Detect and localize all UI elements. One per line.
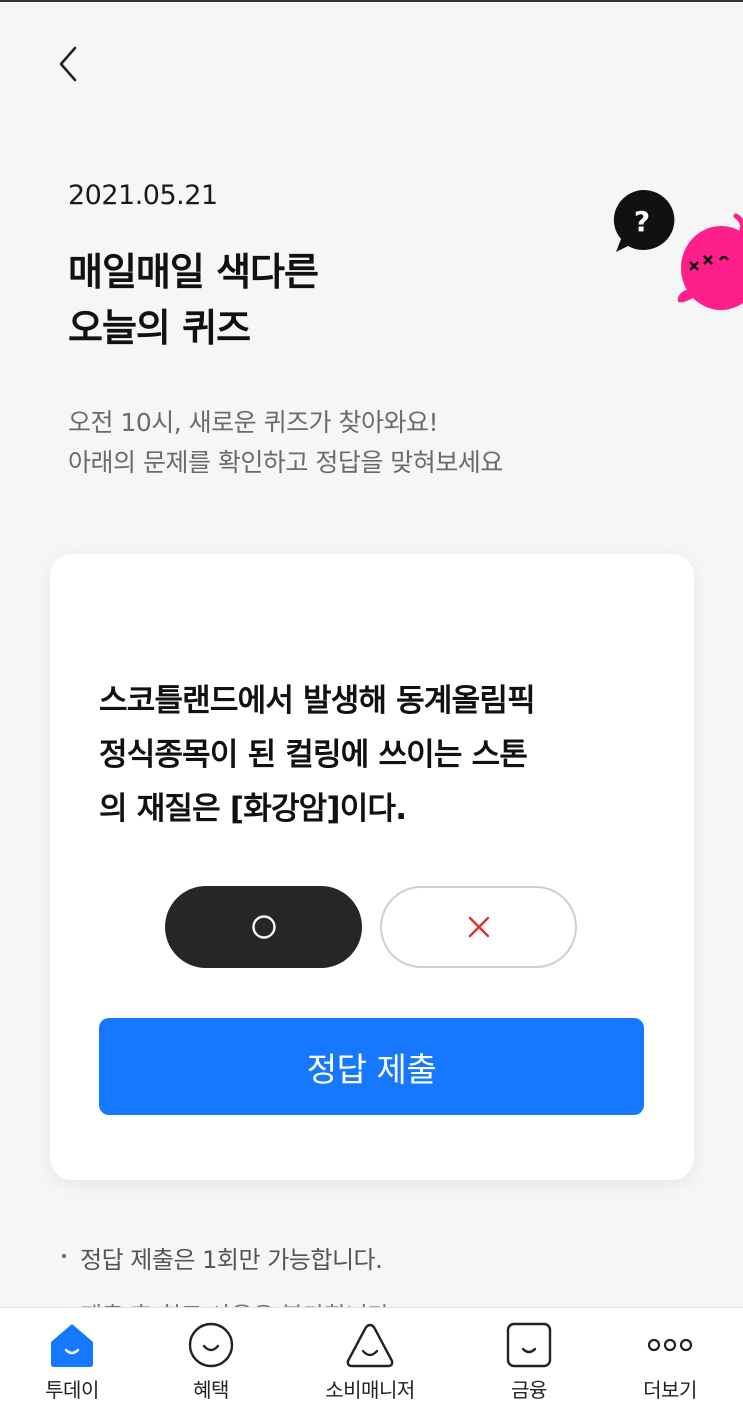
cross-x-icon [468,916,489,938]
question-line: 의 재질은 [화강암]이다. [99,791,407,827]
svg-text:?: ? [634,205,650,238]
bottom-tab-bar: 투데이 혜택 소비매니저 금융 더보기 [0,1307,743,1408]
page-title-line: 오늘의 퀴즈 [68,306,251,350]
bullet-icon [62,1254,66,1258]
circle-o-icon [251,915,276,939]
triangle-smile-icon [346,1323,394,1368]
smile-circle-icon [188,1322,234,1368]
tab-label: 금융 [511,1378,547,1402]
question-line: 정식종목이 된 컬링에 쓰이는 스톤 [99,737,528,773]
chevron-left-icon [59,46,77,82]
status-divider [0,0,743,2]
tab-more[interactable]: 더보기 [630,1308,710,1408]
more-dots-icon [647,1338,693,1352]
page-title-line: 매일매일 색다른 [68,250,319,294]
page-title: 매일매일 색다른 오늘의 퀴즈 [68,244,319,356]
subtitle-line: 아래의 문제를 확인하고 정답을 맞혀보세요 [68,448,503,477]
square-smile-icon [506,1322,552,1368]
question-line: 스코틀랜드에서 발생해 동계올림픽 [99,683,536,719]
home-smile-icon [51,1324,93,1367]
note-text: 정답 제출은 1회만 가능합니다. [80,1246,383,1274]
quiz-mascot-icon: ? [613,189,743,310]
quiz-date: 2021.05.21 [68,180,218,211]
subtitle-line: 오전 10시, 새로운 퀴즈가 찾아와요! [68,408,439,437]
page-subtitle: 오전 10시, 새로운 퀴즈가 찾아와요! 아래의 문제를 확인하고 정답을 맞… [68,403,503,483]
tab-benefit[interactable]: 혜택 [171,1308,251,1408]
answer-x-button[interactable] [380,886,577,968]
back-button[interactable] [48,40,88,88]
tab-consumer-manager[interactable]: 소비매니저 [310,1308,430,1408]
quiz-question: 스코틀랜드에서 발생해 동계올림픽 정식종목이 된 컬링에 쓰이는 스톤 의 재… [99,674,659,836]
quiz-card: 스코틀랜드에서 발생해 동계올림픽 정식종목이 된 컬링에 쓰이는 스톤 의 재… [50,554,694,1180]
tab-today[interactable]: 투데이 [32,1308,112,1408]
tab-label: 투데이 [45,1378,99,1402]
tab-label: 더보기 [643,1378,697,1402]
quiz-page: 2021.05.21 매일매일 색다른 오늘의 퀴즈 오전 10시, 새로운 퀴… [0,0,743,1408]
submit-answer-button[interactable]: 정답 제출 [99,1018,644,1115]
tab-label: 소비매니저 [325,1378,415,1402]
answer-o-button[interactable] [165,886,362,968]
tab-finance[interactable]: 금융 [489,1308,569,1408]
tab-label: 혜택 [193,1378,229,1402]
note-item: 정답 제출은 1회만 가능합니다. [62,1232,396,1288]
